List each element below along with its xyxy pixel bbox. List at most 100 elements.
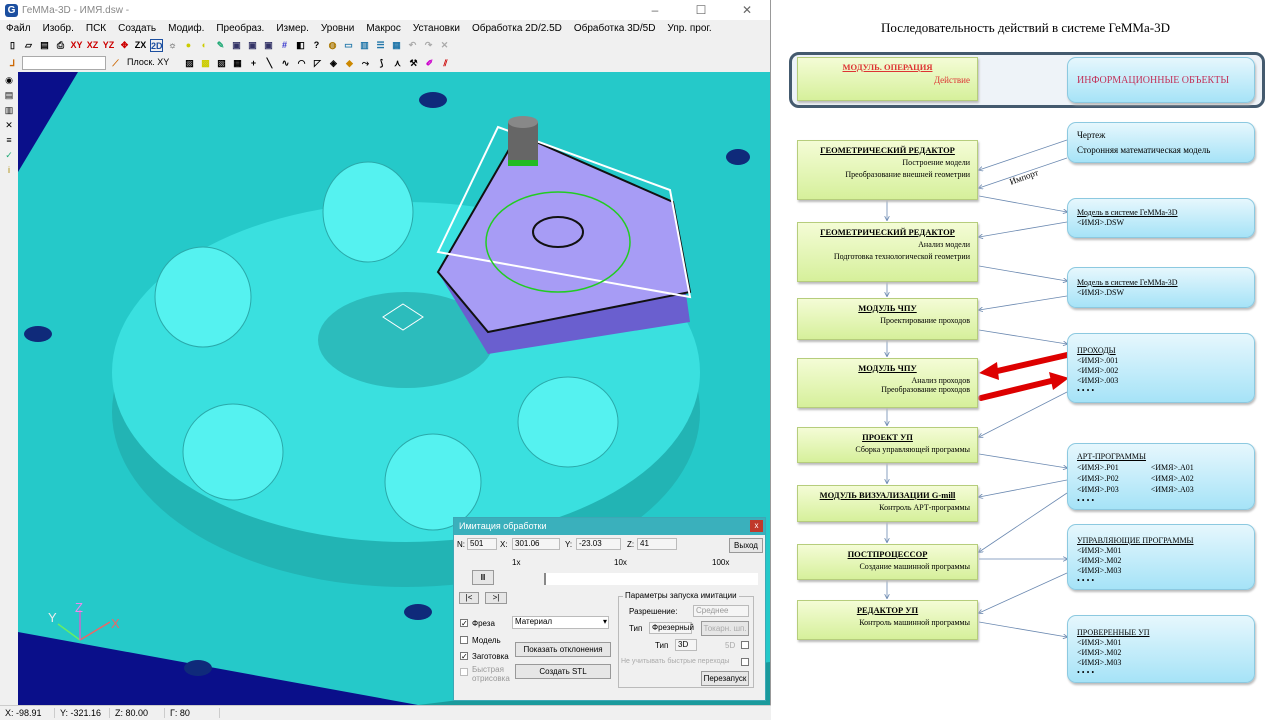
light-icon[interactable]: ☼ [166, 39, 179, 52]
menu-modify[interactable]: Модиф. [168, 23, 204, 34]
menu-view[interactable]: Изобр. [43, 23, 74, 34]
delete-icon[interactable]: ✕ [438, 39, 451, 52]
next-button[interactable]: >| [485, 592, 507, 604]
delete-entity-icon[interactable]: ✕ [3, 120, 15, 132]
grid-icon[interactable]: # [278, 39, 291, 52]
restart-button[interactable]: Перезапуск [701, 671, 749, 686]
offset-icon[interactable]: ⟆ [375, 57, 388, 70]
save-icon[interactable]: ▤ [38, 39, 51, 52]
window-1-icon[interactable]: ▣ [230, 39, 243, 52]
model-checkbox[interactable] [460, 636, 468, 644]
menu-machining-2d[interactable]: Обработка 2D/2.5D [472, 23, 562, 34]
measure-icon[interactable]: ✐ [423, 57, 436, 70]
surface-icon[interactable]: ◈ [327, 57, 340, 70]
simulation-dialog: Имитация обработки x N: 501 X: 301.06 Y:… [453, 517, 766, 701]
info-line: <ИМЯ>.M02 [1077, 648, 1122, 657]
fived-checkbox[interactable] [741, 641, 749, 649]
view-2d-button[interactable]: 2D [150, 38, 163, 52]
eye-icon[interactable]: ◉ [3, 75, 15, 87]
menu-levels[interactable]: Уровни [321, 23, 354, 34]
analysis-icon[interactable]: ⫽ [439, 57, 452, 70]
cad-window: G ГеММа-3D - ИМЯ.dsw - – ☐ ✕ Файл Изобр.… [0, 0, 771, 720]
lathe-button[interactable]: Токарн. шп. [701, 621, 749, 636]
help-icon[interactable]: ? [310, 39, 323, 52]
arc-icon[interactable]: ◠ [295, 57, 308, 70]
dialog-close-button[interactable]: x [750, 520, 763, 532]
print-icon[interactable]: ⎙ [54, 39, 67, 52]
module-title: РЕДАКТОР УП [856, 605, 919, 615]
tool-icon[interactable]: ⚒ [407, 57, 420, 70]
shade-icon[interactable]: ● [182, 39, 195, 52]
window-2-icon[interactable]: ▣ [246, 39, 259, 52]
monitor-icon[interactable]: ▭ [342, 39, 355, 52]
menu-settings[interactable]: Установки [413, 23, 460, 34]
dropdown-arrow-icon: ▾ [602, 617, 607, 626]
minimize-button[interactable]: – [632, 0, 678, 20]
close-button[interactable]: ✕ [724, 0, 770, 20]
menu-machining-3d[interactable]: Обработка 3D/5D [574, 23, 656, 34]
cutter-checkbox[interactable]: ✓ [460, 619, 468, 628]
menu-file[interactable]: Файл [6, 23, 31, 34]
menu-nc-programs[interactable]: Упр. прог. [667, 23, 711, 34]
menu-create[interactable]: Создать [118, 23, 156, 34]
undo-icon[interactable]: ↶ [406, 39, 419, 52]
stack-icon[interactable]: ☰ [374, 39, 387, 52]
stock-checkbox[interactable]: ✓ [460, 652, 468, 661]
open-file-icon[interactable]: ▱ [22, 39, 35, 52]
layers-side-icon[interactable]: ≡ [3, 135, 15, 147]
menu-ucs[interactable]: ПСК [86, 23, 106, 34]
spline-icon[interactable]: ∿ [279, 57, 292, 70]
resolution-select[interactable]: Среднее [693, 605, 749, 617]
render-icon[interactable]: ◐ [198, 39, 211, 52]
menu-macro[interactable]: Макрос [366, 23, 401, 34]
pen-icon[interactable]: ✎ [214, 39, 227, 52]
curve-icon[interactable]: ⤳ [359, 57, 372, 70]
module-action: Проектирование проходов [880, 316, 970, 325]
menu-transform[interactable]: Преобраз. [216, 23, 264, 34]
ignore-rapid-checkbox[interactable] [741, 658, 749, 666]
view-zx-button[interactable]: ZX [134, 39, 147, 52]
menu-measure[interactable]: Измер. [276, 23, 309, 34]
hole [24, 326, 52, 342]
solid-icon[interactable]: ◆ [343, 57, 356, 70]
polyline-icon[interactable]: ◸ [311, 57, 324, 70]
show-icon[interactable]: ▤ [3, 90, 15, 102]
database-icon[interactable]: ▦ [390, 39, 403, 52]
mesh-icon[interactable]: ▦ [231, 57, 244, 70]
speed-slider[interactable] [544, 573, 758, 585]
view-yz-button[interactable]: YZ [102, 39, 115, 52]
view-3d-icon[interactable]: ✥ [118, 39, 131, 52]
window-3-icon[interactable]: ▣ [262, 39, 275, 52]
hatch-icon[interactable]: ▨ [183, 57, 196, 70]
material-select[interactable]: Материал ▾ [512, 616, 609, 629]
prev-button[interactable]: |< [459, 592, 479, 604]
line-icon[interactable]: ╲ [263, 57, 276, 70]
info-object-box: УПРАВЛЯЮЩИЕ ПРОГРАММЫ <ИМЯ>.M01 <ИМЯ>.M0… [1067, 524, 1255, 590]
pattern-icon[interactable]: ▧ [215, 57, 228, 70]
ucs-icon[interactable]: ⅃ [6, 57, 19, 70]
point-icon[interactable]: + [247, 57, 260, 70]
hide-icon[interactable]: ▥ [3, 105, 15, 117]
layers-icon[interactable]: ◧ [294, 39, 307, 52]
info-line: <ИМЯ>.001 [1077, 356, 1119, 365]
cylinder-icon[interactable]: ▥ [358, 39, 371, 52]
view-xz-button[interactable]: XZ [86, 39, 99, 52]
plane-select[interactable]: Плоск. XY [125, 56, 180, 70]
palette-icon[interactable]: ◍ [326, 39, 339, 52]
check-icon[interactable]: ✓ [3, 150, 15, 162]
info-line: <ИМЯ>.003 [1077, 376, 1119, 385]
pause-button[interactable]: II [472, 570, 494, 585]
redo-icon[interactable]: ↷ [422, 39, 435, 52]
info-icon[interactable]: i [3, 165, 15, 177]
view-xy-button[interactable]: XY [70, 39, 83, 52]
level-select[interactable] [22, 56, 106, 70]
maximize-button[interactable]: ☐ [678, 0, 724, 20]
sweep-icon[interactable]: ⋏ [391, 57, 404, 70]
fast-draw-checkbox[interactable] [460, 668, 468, 676]
exit-button[interactable]: Выход [729, 538, 763, 553]
show-deviations-button[interactable]: Показать отклонения [515, 642, 611, 657]
create-stl-button[interactable]: Создать STL [515, 664, 611, 679]
new-file-icon[interactable]: ▯ [6, 39, 19, 52]
plane-icon[interactable]: ⟋ [109, 57, 122, 70]
fill-icon[interactable]: ▩ [199, 57, 212, 70]
